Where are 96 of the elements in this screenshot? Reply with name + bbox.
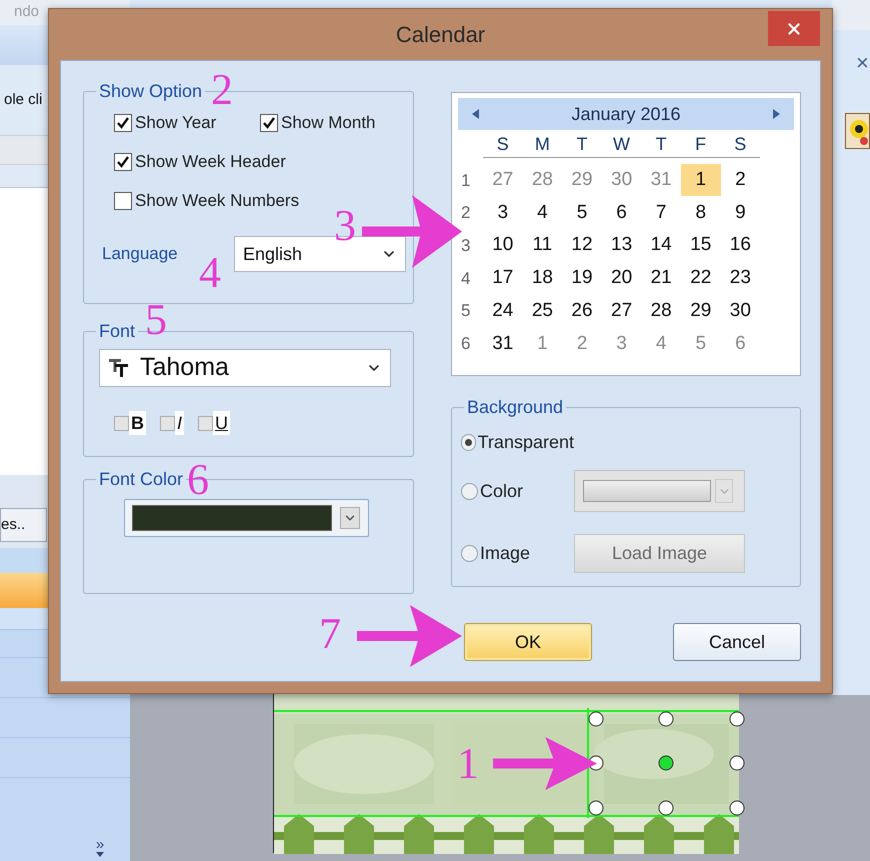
weekday-header: T — [575, 133, 588, 156]
checkbox[interactable] — [198, 416, 214, 430]
calendar-day[interactable]: 17 — [483, 262, 523, 294]
radio-label: Image — [480, 542, 530, 565]
month-title: January 2016 — [571, 102, 681, 126]
week-number: 3 — [460, 234, 472, 257]
week-number: 2 — [460, 202, 472, 224]
calendar-day[interactable]: 1 — [680, 164, 721, 196]
checkbox-label: Show Month — [281, 112, 376, 134]
week-number: 1 — [460, 170, 472, 192]
annotation-number: 7 — [319, 612, 341, 656]
app-title-bar — [832, 0, 870, 30]
radio-label: Transparent — [478, 430, 574, 454]
checkbox-label: Show Week Header — [135, 151, 286, 174]
style-label: U — [213, 411, 230, 435]
calendar-day[interactable]: 14 — [641, 230, 681, 262]
calendar-day[interactable]: 6 — [602, 197, 642, 230]
calendar-day[interactable]: 23 — [720, 262, 760, 294]
weekday-header: S — [496, 133, 510, 156]
annotation-number: 4 — [199, 251, 221, 295]
calendar-day[interactable]: 20 — [602, 262, 642, 294]
calendar-day[interactable]: 13 — [602, 230, 642, 262]
calendar-day[interactable]: 30 — [720, 295, 760, 328]
calendar-day[interactable]: 31 — [483, 328, 523, 360]
style-label: B — [129, 411, 146, 435]
calendar-day[interactable]: 22 — [680, 262, 721, 294]
close-glyph[interactable]: × — [856, 46, 869, 79]
weekday-header: T — [654, 133, 668, 156]
annotation-number: 2 — [211, 68, 233, 112]
font-icon — [108, 358, 130, 378]
calendar-day[interactable]: 21 — [641, 262, 681, 294]
calendar-day[interactable]: 12 — [562, 230, 602, 262]
calendar-day[interactable]: 7 — [641, 197, 681, 230]
calendar-day[interactable]: 29 — [680, 295, 721, 328]
window-title: Calendar — [396, 21, 486, 49]
previous-icon[interactable] — [472, 109, 479, 119]
group-title: Font — [98, 320, 136, 342]
annotation-number: 6 — [187, 458, 209, 502]
caret-icon — [96, 852, 104, 857]
more-glyph[interactable]: » — [96, 838, 104, 852]
checkbox[interactable] — [114, 192, 132, 210]
week-number: 5 — [460, 300, 472, 322]
checkbox[interactable] — [260, 114, 278, 132]
checkbox[interactable] — [114, 416, 129, 430]
radio-button[interactable] — [461, 434, 476, 450]
group-title: Background — [466, 396, 564, 418]
calendar-day[interactable]: 15 — [680, 230, 721, 262]
calendar-day[interactable]: 26 — [562, 295, 602, 328]
checkbox[interactable] — [114, 114, 132, 132]
radio-button[interactable] — [461, 482, 478, 500]
weekday-header: W — [612, 133, 632, 156]
radio-button[interactable] — [461, 545, 478, 562]
dropdown-value: Tahoma — [140, 352, 230, 384]
dialog-button[interactable]: OK — [464, 623, 592, 661]
window-title: ndo — [14, 2, 40, 22]
annotation-number: 1 — [457, 742, 479, 786]
flower-icon[interactable] — [845, 113, 870, 149]
close-button[interactable] — [768, 11, 820, 46]
calendar-day[interactable]: 4 — [522, 197, 562, 230]
calendar-day[interactable]: 27 — [602, 295, 642, 328]
style-label: I — [175, 411, 184, 435]
calendar-day[interactable]: 2 — [720, 164, 760, 196]
calendar-day[interactable]: 19 — [562, 262, 602, 294]
calendar-day[interactable]: 18 — [522, 262, 562, 294]
calendar-day[interactable]: 3 — [483, 197, 523, 230]
group-title: Show Option — [98, 80, 204, 102]
calendar-day[interactable]: 24 — [483, 295, 523, 328]
calendar-day[interactable]: 16 — [720, 230, 760, 262]
side-button[interactable]: es.. — [0, 508, 47, 542]
checkbox-label: Show Year — [135, 112, 216, 134]
weekday-header: M — [534, 133, 551, 156]
checkbox-label: Show Week Numbers — [135, 190, 300, 212]
color-dropdown[interactable] — [124, 499, 369, 537]
calendar-day[interactable]: 9 — [720, 197, 760, 230]
dialog-button[interactable]: Cancel — [673, 623, 801, 661]
annotation-number: 5 — [145, 298, 167, 342]
next-icon[interactable] — [773, 109, 780, 119]
calendar-day[interactable]: 5 — [562, 197, 602, 230]
calendar-day[interactable]: 11 — [522, 230, 562, 262]
calendar-day[interactable]: 28 — [641, 295, 681, 328]
week-number: 4 — [460, 268, 472, 290]
chevron-box[interactable] — [340, 507, 360, 529]
dropdown-value: English — [243, 242, 302, 266]
calendar-day[interactable]: 8 — [680, 197, 721, 230]
ribbon-text: ole cli — [4, 90, 42, 110]
checkbox[interactable] — [114, 153, 132, 171]
weekday-header: S — [733, 133, 748, 156]
calendar-day[interactable]: 10 — [483, 230, 523, 262]
week-number: 6 — [460, 333, 472, 356]
language-label: Language — [102, 243, 179, 266]
radio-label: Color — [480, 480, 524, 502]
calendar-day[interactable]: 25 — [522, 295, 562, 328]
font-dropdown[interactable]: Tahoma — [99, 349, 391, 387]
weekday-header: F — [694, 133, 708, 156]
checkbox[interactable] — [160, 416, 175, 430]
group-title: Font Color — [98, 468, 184, 490]
